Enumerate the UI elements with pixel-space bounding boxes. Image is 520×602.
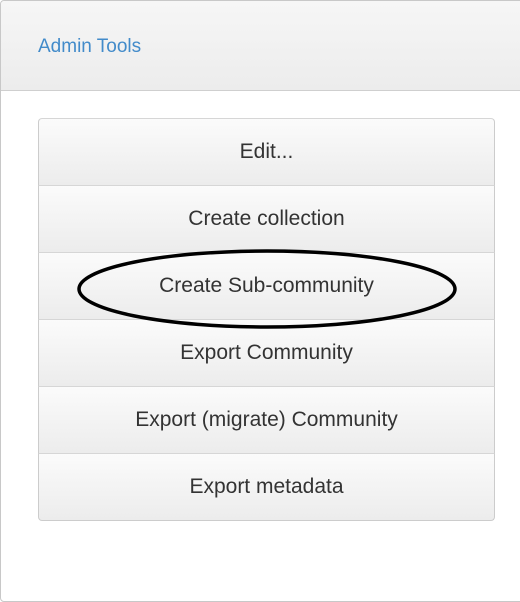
export-metadata-button[interactable]: Export metadata [38,453,495,521]
panel-title: Admin Tools [38,36,142,57]
admin-tools-menu: Edit... Create collection Create Sub-com… [38,118,495,521]
export-community-button[interactable]: Export Community [38,319,495,387]
export-migrate-community-button[interactable]: Export (migrate) Community [38,386,495,454]
create-collection-button[interactable]: Create collection [38,185,495,253]
edit-button[interactable]: Edit... [38,118,495,186]
create-sub-community-button[interactable]: Create Sub-community [38,252,495,320]
panel-heading: Admin Tools [1,1,520,91]
